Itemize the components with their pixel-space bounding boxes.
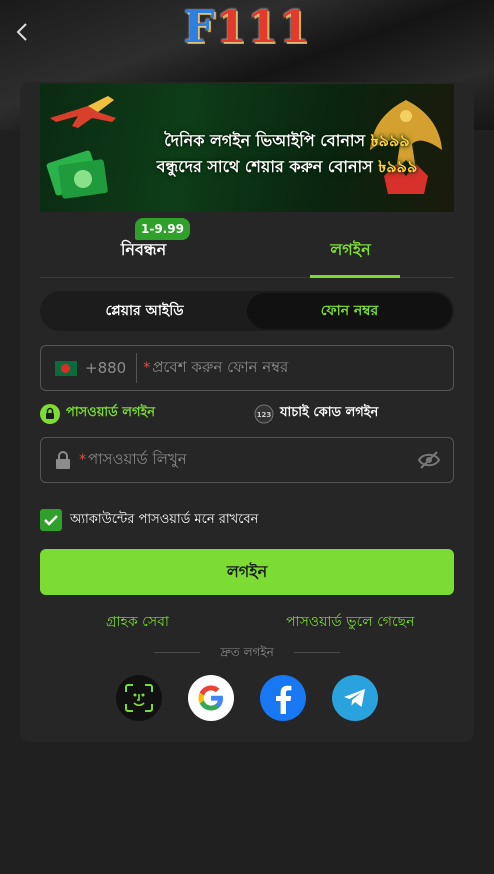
login-card: দৈনিক লগইন ভিআইপি বোনাস ৳৯৯৯ বন্ধুদের সা… <box>20 82 474 742</box>
auth-tabs: নিবন্ধন 1-9.99 লগইন <box>40 218 454 278</box>
svg-text:123: 123 <box>257 411 272 419</box>
login-type-switch: প্লেয়ার আইডি ফোন নম্বর <box>40 291 454 331</box>
password-login-label: পাসওয়ার্ড লগইন <box>66 405 156 420</box>
password-placeholder: পাসওয়ার্ড লিখুন <box>88 449 187 468</box>
banner-amount-1: ৳৯৯৯ <box>370 131 410 150</box>
numeric-code-icon: 123 <box>254 404 274 423</box>
divider-line <box>294 652 340 653</box>
lock-circle-icon <box>40 403 60 424</box>
remember-label: অ্যাকাউন্টের পাসওয়ার্ড মনে রাখবেন <box>70 511 259 527</box>
app-logo: F111 <box>0 2 494 53</box>
banner-amount-2: ৳৯৯৯ <box>378 157 418 176</box>
remember-checkbox[interactable] <box>40 509 62 531</box>
telegram-icon <box>344 689 365 707</box>
field-divider <box>136 353 138 383</box>
face-id-icon <box>125 684 153 712</box>
register-bonus-badge: 1-9.99 <box>135 218 190 240</box>
phone-input-field[interactable]: +880 * প্রবেশ করুন ফোন নম্বর <box>40 345 454 391</box>
tab-login[interactable]: লগইন <box>247 222 454 278</box>
social-login-row <box>20 675 474 721</box>
login-method-row: পাসওয়ার্ড লগইন 123 যাচাই কোড লগইন <box>40 403 454 425</box>
login-button[interactable]: লগইন <box>40 549 454 595</box>
remember-password[interactable]: অ্যাকাউন্টের পাসওয়ার্ড মনে রাখবেন <box>40 509 258 531</box>
google-login-button[interactable] <box>188 675 234 721</box>
facebook-login-button[interactable] <box>260 675 306 721</box>
google-icon <box>198 685 223 711</box>
lock-icon <box>56 451 70 469</box>
tab-register[interactable]: নিবন্ধন 1-9.99 <box>40 218 247 278</box>
banner-text-2: বন্ধুদের সাথে শেয়ার করুন বোনাস <box>156 157 379 176</box>
forgot-password-link[interactable]: পাসওয়ার্ড ভুলে গেছেন <box>286 610 414 634</box>
promo-banner[interactable]: দৈনিক লগইন ভিআইপি বোনাস ৳৯৯৯ বন্ধুদের সা… <box>40 84 454 212</box>
logo-letter: F <box>183 2 216 53</box>
tab-register-label: নিবন্ধন <box>120 239 167 259</box>
quick-login-label: দ্রুত লগইন <box>220 645 274 659</box>
banner-line-1: দৈনিক লগইন ভিআইপি বোনাস ৳৯৯৯ <box>80 128 454 155</box>
tab-login-label: লগইন <box>330 239 371 259</box>
facebook-icon <box>276 685 292 714</box>
eye-off-icon[interactable] <box>417 450 441 470</box>
bangladesh-flag-icon[interactable] <box>55 360 77 376</box>
password-input-field[interactable]: * পাসওয়ার্ড লিখুন <box>40 437 454 483</box>
logo-number: 111 <box>215 2 311 53</box>
otp-login-label: যাচাই কোড লগইন <box>280 405 379 420</box>
checkmark-icon <box>44 515 58 526</box>
banner-line-2: বন্ধুদের সাথে শেয়ার করুন বোনাস ৳৯৯৯ <box>80 154 454 181</box>
phone-placeholder: প্রবেশ করুন ফোন নম্বর <box>152 357 289 376</box>
airplane-icon <box>50 96 116 128</box>
face-id-login-button[interactable] <box>116 675 162 721</box>
player-id-option[interactable]: প্লেয়ার আইডি <box>42 293 247 329</box>
active-tab-indicator <box>310 275 400 278</box>
otp-login-option[interactable]: 123 যাচাই কোড লগইন <box>254 403 378 424</box>
required-mark: * <box>143 360 151 376</box>
telegram-login-button[interactable] <box>332 675 378 721</box>
customer-service-link[interactable]: গ্রাহক সেবা <box>106 610 169 634</box>
country-code[interactable]: +880 <box>85 359 126 377</box>
required-mark: * <box>79 452 86 468</box>
phone-number-option[interactable]: ফোন নম্বর <box>247 293 452 329</box>
password-login-option[interactable]: পাসওয়ার্ড লগইন <box>40 403 155 424</box>
banner-text-1: দৈনিক লগইন ভিআইপি বোনাস <box>164 131 371 150</box>
